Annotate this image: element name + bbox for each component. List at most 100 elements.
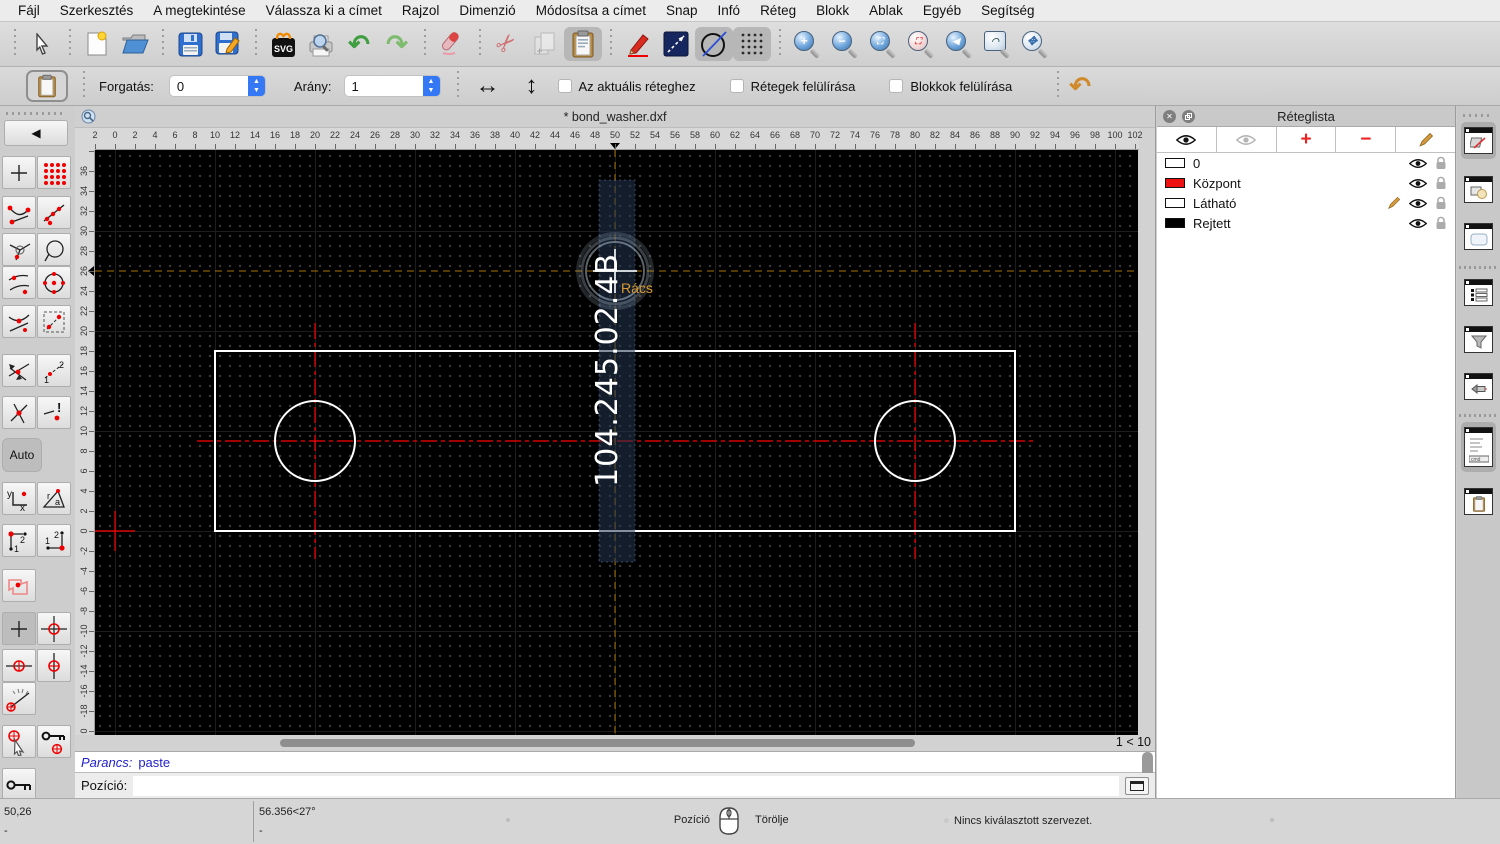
menu-item-4[interactable]: Válassza ki a címet bbox=[256, 3, 392, 18]
point-order-12-button[interactable]: 12 bbox=[2, 524, 36, 557]
snap-distance-manual-button[interactable]: 12 bbox=[37, 354, 71, 387]
show-all-layers-button[interactable] bbox=[1157, 127, 1217, 152]
redo-button[interactable]: ↷ bbox=[378, 27, 416, 61]
layer-visibility-icon[interactable] bbox=[1409, 158, 1427, 169]
checkbox-icon[interactable] bbox=[889, 79, 904, 93]
layer-lock-icon[interactable] bbox=[1435, 196, 1447, 210]
dock-plugin-button[interactable] bbox=[1461, 368, 1496, 405]
menu-item-14[interactable]: Segítség bbox=[971, 3, 1044, 18]
snap-on-circle-button[interactable] bbox=[37, 233, 71, 266]
open-file-button[interactable] bbox=[116, 27, 154, 61]
save-button[interactable] bbox=[171, 27, 209, 61]
menu-item-7[interactable]: Módosítsa a címet bbox=[526, 3, 656, 18]
zoom-previous-button[interactable]: ◀ bbox=[940, 27, 978, 61]
document-tab-title[interactable]: * bond_washer.dxf bbox=[75, 110, 1155, 124]
rotation-spinbox[interactable]: 0 ▲ ▼ bbox=[168, 75, 266, 97]
edit-layer-button[interactable] bbox=[1396, 127, 1455, 152]
revert-undo-button[interactable]: ↶ bbox=[1069, 73, 1091, 99]
toggle-command-window-button[interactable] bbox=[1125, 776, 1149, 795]
menu-item-1[interactable]: Fájl bbox=[8, 3, 50, 18]
line-tool-button[interactable] bbox=[657, 27, 695, 61]
dock-block-list-button[interactable] bbox=[1461, 171, 1496, 208]
command-input[interactable] bbox=[133, 775, 1119, 796]
stepper-icon[interactable]: ▲ ▼ bbox=[247, 76, 265, 96]
snap-free-button[interactable] bbox=[2, 156, 36, 189]
select-cursor-button[interactable] bbox=[23, 27, 61, 61]
layer-lock-icon[interactable] bbox=[1435, 216, 1447, 230]
paste-option-checkbox-2[interactable]: Rétegek felülírása bbox=[729, 79, 855, 94]
checkbox-icon[interactable] bbox=[557, 79, 572, 93]
lock-button[interactable] bbox=[2, 768, 36, 801]
scrollbar-thumb[interactable] bbox=[280, 739, 915, 747]
menu-item-8[interactable]: Snap bbox=[656, 3, 708, 18]
svg-export-button[interactable]: SVG bbox=[264, 27, 302, 61]
snap-tangent-button[interactable] bbox=[2, 266, 36, 299]
hide-all-layers-button[interactable] bbox=[1216, 127, 1277, 152]
cut-button[interactable]: ✂ bbox=[488, 27, 526, 61]
stepper-icon[interactable]: ▲ ▼ bbox=[422, 76, 440, 96]
scale-spinbox[interactable]: 1 ▲ ▼ bbox=[343, 75, 441, 97]
snap-reference-button[interactable] bbox=[2, 569, 36, 602]
close-panel-button[interactable]: ✕ bbox=[1163, 109, 1176, 123]
layer-color-swatch[interactable] bbox=[1165, 198, 1185, 208]
drawing-canvas[interactable]: 104.245.02.4B Rács bbox=[95, 150, 1139, 735]
layer-visibility-icon[interactable] bbox=[1409, 178, 1427, 189]
snap-middle-button[interactable] bbox=[2, 305, 36, 338]
dock-filter-button[interactable] bbox=[1461, 321, 1496, 358]
menu-item-2[interactable]: Szerkesztés bbox=[50, 3, 144, 18]
grid-toggle-button[interactable] bbox=[733, 27, 771, 61]
menu-item-12[interactable]: Ablak bbox=[859, 3, 913, 18]
menu-item-11[interactable]: Blokk bbox=[806, 3, 859, 18]
snap-auto-arrows-button[interactable] bbox=[2, 354, 36, 387]
flip-horizontal-button[interactable]: ↔ bbox=[476, 74, 500, 98]
layer-lock-icon[interactable] bbox=[1435, 176, 1447, 190]
layer-name[interactable]: 0 bbox=[1193, 156, 1401, 171]
zoom-in-button[interactable]: + bbox=[788, 27, 826, 61]
horizontal-scrollbar[interactable] bbox=[95, 735, 1139, 751]
circle-tool-button[interactable] bbox=[695, 27, 733, 61]
attributes-pen-button[interactable] bbox=[619, 27, 657, 61]
point-order-21-button[interactable]: 12 bbox=[37, 524, 71, 557]
zoom-out-button[interactable]: − bbox=[826, 27, 864, 61]
layer-color-swatch[interactable] bbox=[1165, 218, 1185, 228]
set-relative-zero-button[interactable] bbox=[37, 612, 71, 645]
paste-button[interactable] bbox=[564, 27, 602, 61]
layer-color-swatch[interactable] bbox=[1165, 158, 1185, 168]
snap-intersection-button[interactable] bbox=[2, 396, 36, 429]
add-layer-button[interactable]: + bbox=[1276, 127, 1337, 152]
menu-item-13[interactable]: Egyéb bbox=[913, 3, 971, 18]
menu-item-3[interactable]: A megtekintése bbox=[143, 3, 255, 18]
layer-name[interactable]: Központ bbox=[1193, 176, 1401, 191]
restrict-nothing-button[interactable] bbox=[2, 612, 36, 645]
restrict-horizontal-button[interactable] bbox=[2, 649, 36, 682]
snap-on-entity-button[interactable] bbox=[37, 196, 71, 229]
layer-row-1[interactable]: 0 bbox=[1157, 153, 1455, 173]
layer-name[interactable]: Látható bbox=[1193, 196, 1379, 211]
dock-entity-list-button[interactable] bbox=[1461, 274, 1496, 311]
zoom-window-button[interactable]: ◠ bbox=[978, 27, 1016, 61]
layer-lock-icon[interactable] bbox=[1435, 156, 1447, 170]
paste-option-checkbox-1[interactable]: Az aktuális réteghez bbox=[557, 79, 696, 94]
paste-option-checkbox-3[interactable]: Blokkok felülírása bbox=[889, 79, 1012, 94]
checkbox-icon[interactable] bbox=[729, 79, 744, 93]
palette-back-button[interactable]: ◀ bbox=[4, 120, 68, 146]
delete-button[interactable] bbox=[433, 27, 471, 61]
coord-cartesian-button[interactable]: yx bbox=[2, 482, 36, 515]
menu-item-9[interactable]: Infó bbox=[708, 3, 751, 18]
new-file-button[interactable] bbox=[78, 27, 116, 61]
menu-item-5[interactable]: Rajzol bbox=[392, 3, 450, 18]
save-as-button[interactable] bbox=[209, 27, 247, 61]
snap-distance-button[interactable] bbox=[37, 305, 71, 338]
layer-row-4[interactable]: Rejtett bbox=[1157, 213, 1455, 233]
dock-layer-list-button[interactable] bbox=[1461, 122, 1496, 159]
coord-polar-button[interactable]: ra bbox=[37, 482, 71, 515]
snap-center-button[interactable] bbox=[37, 266, 71, 299]
snap-perpendicular-button[interactable] bbox=[2, 233, 36, 266]
flip-vertical-button[interactable]: ↕ bbox=[526, 74, 538, 98]
float-panel-button[interactable] bbox=[1182, 109, 1195, 123]
layer-visibility-icon[interactable] bbox=[1409, 198, 1427, 209]
snap-grid-button[interactable] bbox=[37, 156, 71, 189]
active-tool-paste-indicator[interactable] bbox=[26, 70, 68, 102]
dock-library-button[interactable] bbox=[1461, 218, 1496, 255]
snap-intersection-manual-button[interactable]: ! bbox=[37, 396, 71, 429]
